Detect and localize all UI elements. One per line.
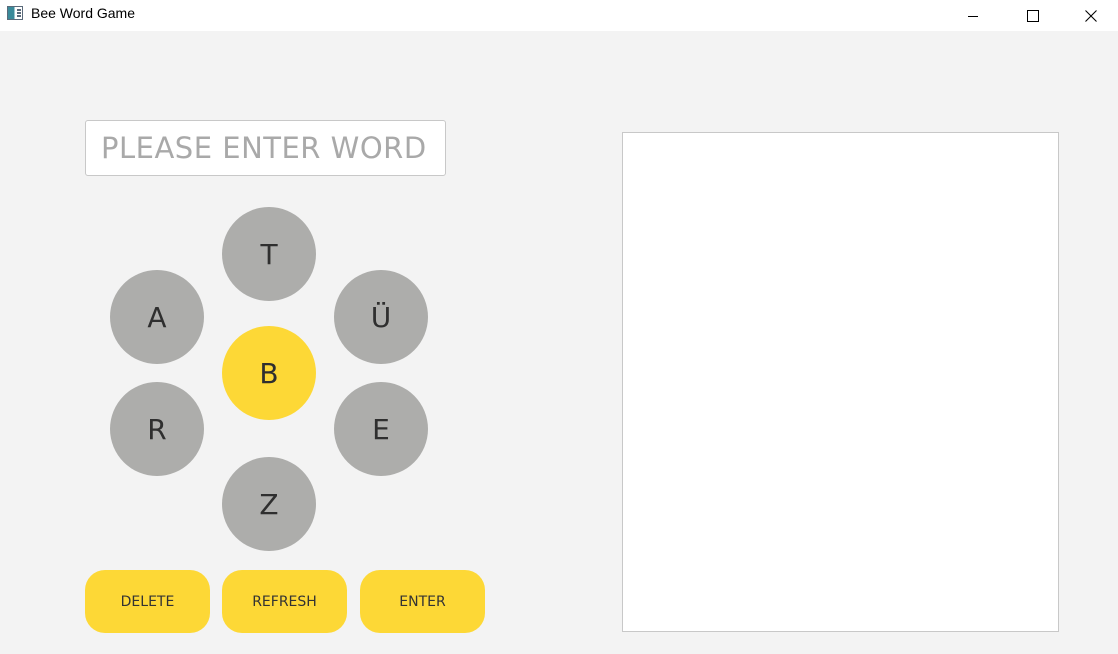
close-icon	[1085, 9, 1097, 22]
word-input[interactable]	[85, 120, 446, 176]
letter-tile-lower-left[interactable]: R	[110, 382, 204, 476]
minimize-button[interactable]	[950, 0, 996, 31]
letter-tile-lower-right[interactable]: E	[334, 382, 428, 476]
refresh-button[interactable]: REFRESH	[222, 570, 347, 633]
app-window-icon	[7, 6, 23, 20]
maximize-icon	[1027, 9, 1039, 22]
letter-tile-center[interactable]: B	[222, 326, 316, 420]
enter-button[interactable]: ENTER	[360, 570, 485, 633]
letter-tile-bottom[interactable]: Z	[222, 457, 316, 551]
found-words-list[interactable]	[622, 132, 1059, 632]
letter-tile-upper-left[interactable]: A	[110, 270, 204, 364]
close-button[interactable]	[1068, 0, 1114, 31]
window-title: Bee Word Game	[31, 5, 136, 21]
maximize-button[interactable]	[1010, 0, 1056, 31]
letter-tile-top[interactable]: T	[222, 207, 316, 301]
minimize-icon	[968, 15, 978, 17]
title-bar: Bee Word Game	[0, 0, 1118, 31]
delete-button[interactable]: DELETE	[85, 570, 210, 633]
letter-tile-upper-right[interactable]: Ü	[334, 270, 428, 364]
